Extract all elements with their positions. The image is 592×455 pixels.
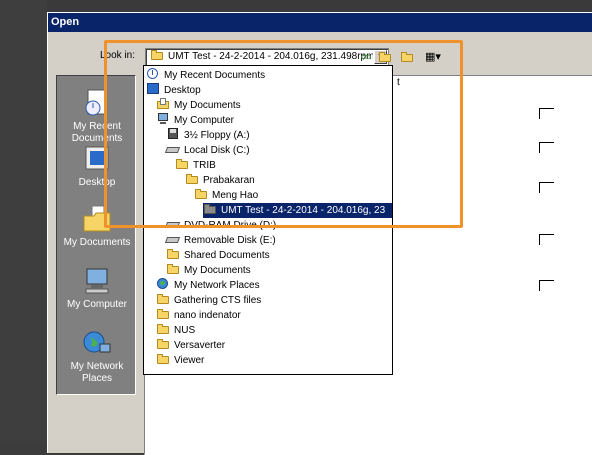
view-menu-icon[interactable]: ▦▾ — [424, 49, 442, 65]
computer-icon — [156, 113, 170, 125]
new-folder-icon[interactable] — [400, 49, 418, 65]
dropdown-item[interactable]: Local Disk (C:) — [166, 143, 254, 158]
dropdown-item[interactable]: Versaverter — [156, 338, 229, 353]
dropdown-item[interactable]: Removable Disk (E:) — [166, 233, 280, 248]
item-label: TRIB — [193, 160, 216, 171]
dialog-title: Open — [48, 13, 592, 32]
item-label: 3½ Floppy (A:) — [184, 130, 250, 141]
look-in-dropdown-list: My Recent Documents Desktop My Documents… — [143, 65, 393, 375]
dropdown-item[interactable]: My Computer — [156, 113, 238, 128]
dropdown-item[interactable]: nano indenator — [156, 308, 245, 323]
place-label: My Network Places — [70, 361, 124, 384]
dropdown-item[interactable]: TRIB — [175, 158, 220, 173]
dropdown-item[interactable]: My Recent Documents — [146, 68, 269, 83]
item-label: Versaverter — [174, 340, 226, 351]
item-label: My Documents — [184, 265, 251, 276]
my-documents-icon — [82, 204, 112, 234]
look-in-combobox[interactable]: UMT Test - 24-2-2014 - 204.016g, 231.498… — [145, 48, 389, 66]
right-edge-fragment — [539, 234, 554, 245]
dropdown-item[interactable]: My Documents — [166, 263, 255, 278]
place-label: My Documents — [63, 237, 131, 248]
dvd-drive-icon — [166, 218, 180, 230]
item-label: UMT Test - 24-2-2014 - 204.016g, 23 — [221, 205, 386, 216]
my-computer-icon — [82, 266, 112, 296]
dropdown-item[interactable]: Desktop — [146, 83, 205, 98]
recent-documents-icon — [82, 88, 112, 118]
item-label: My Recent Documents — [164, 70, 266, 81]
background-left — [0, 0, 47, 444]
place-my-documents[interactable]: My Documents — [57, 204, 137, 249]
dropdown-item[interactable]: 3½ Floppy (A:) — [166, 128, 254, 143]
right-edge-fragment — [539, 108, 554, 119]
globe-icon — [156, 278, 170, 290]
item-label: Removable Disk (E:) — [184, 235, 276, 246]
desktop-icon — [146, 83, 160, 95]
place-desktop[interactable]: Desktop — [57, 144, 137, 189]
background-top — [0, 0, 592, 12]
my-documents-icon — [156, 98, 170, 110]
floppy-icon — [166, 128, 180, 140]
place-label: My Computer — [66, 299, 127, 310]
dropdown-item[interactable]: NUS — [156, 323, 199, 338]
dropdown-item[interactable]: My Network Places — [156, 278, 264, 293]
look-in-value: UMT Test - 24-2-2014 - 204.016g, 231.498… — [168, 51, 373, 62]
folder-icon — [156, 293, 170, 305]
dropdown-item[interactable]: My Documents — [156, 98, 245, 113]
item-label: Desktop — [164, 85, 201, 96]
place-recent-documents[interactable]: My Recent Documents — [57, 88, 137, 145]
right-edge-fragment — [539, 142, 554, 153]
place-label: Desktop — [78, 177, 116, 188]
up-folder-icon[interactable] — [378, 49, 396, 65]
item-label: nano indenator — [174, 310, 241, 321]
desktop-icon — [82, 144, 112, 174]
item-label: My Documents — [174, 100, 241, 111]
dropdown-item[interactable]: DVD-RAM Drive (D:) — [166, 218, 280, 233]
item-label: Gathering CTS files — [174, 295, 262, 306]
network-places-icon — [82, 328, 112, 358]
item-label: Shared Documents — [184, 250, 270, 261]
item-label: DVD-RAM Drive (D:) — [184, 220, 277, 231]
folder-icon — [156, 353, 170, 365]
folder-icon — [185, 173, 199, 185]
item-label: Local Disk (C:) — [184, 145, 250, 156]
folder-icon — [175, 158, 189, 170]
item-label: Meng Hao — [212, 190, 259, 201]
folder-icon — [156, 338, 170, 350]
dropdown-item[interactable]: Prabakaran — [185, 173, 259, 188]
item-label: My Computer — [174, 115, 235, 126]
dropdown-item[interactable]: Meng Hao — [194, 188, 262, 203]
places-bar: My Recent Documents Desktop My Documents… — [56, 75, 136, 395]
dropdown-item[interactable]: Viewer — [156, 353, 208, 368]
back-arrow-icon[interactable]: ⇦ — [357, 49, 375, 65]
item-label: My Network Places — [174, 280, 260, 291]
folder-icon — [156, 308, 170, 320]
right-edge-fragment — [539, 280, 554, 291]
folder-icon — [194, 188, 208, 200]
item-label: NUS — [174, 325, 196, 336]
dropdown-item-selected[interactable]: UMT Test - 24-2-2014 - 204.016g, 23 — [203, 203, 392, 218]
folder-icon — [166, 263, 180, 275]
file-list-fragment: t — [397, 77, 400, 88]
drive-icon — [166, 143, 180, 155]
place-network[interactable]: My Network Places — [57, 328, 137, 385]
place-my-computer[interactable]: My Computer — [57, 266, 137, 311]
dropdown-item[interactable]: Gathering CTS files — [156, 293, 265, 308]
folder-icon — [156, 323, 170, 335]
removable-disk-icon — [166, 233, 180, 245]
right-edge-fragment — [539, 182, 554, 193]
recent-icon — [146, 68, 160, 80]
look-in-label: Look in: — [100, 50, 136, 61]
folder-icon — [166, 248, 180, 260]
dropdown-item[interactable]: Shared Documents — [166, 248, 274, 263]
folder-icon — [203, 203, 217, 215]
item-label: Prabakaran — [203, 175, 255, 186]
place-label: My Recent Documents — [71, 121, 123, 144]
item-label: Viewer — [174, 355, 205, 366]
